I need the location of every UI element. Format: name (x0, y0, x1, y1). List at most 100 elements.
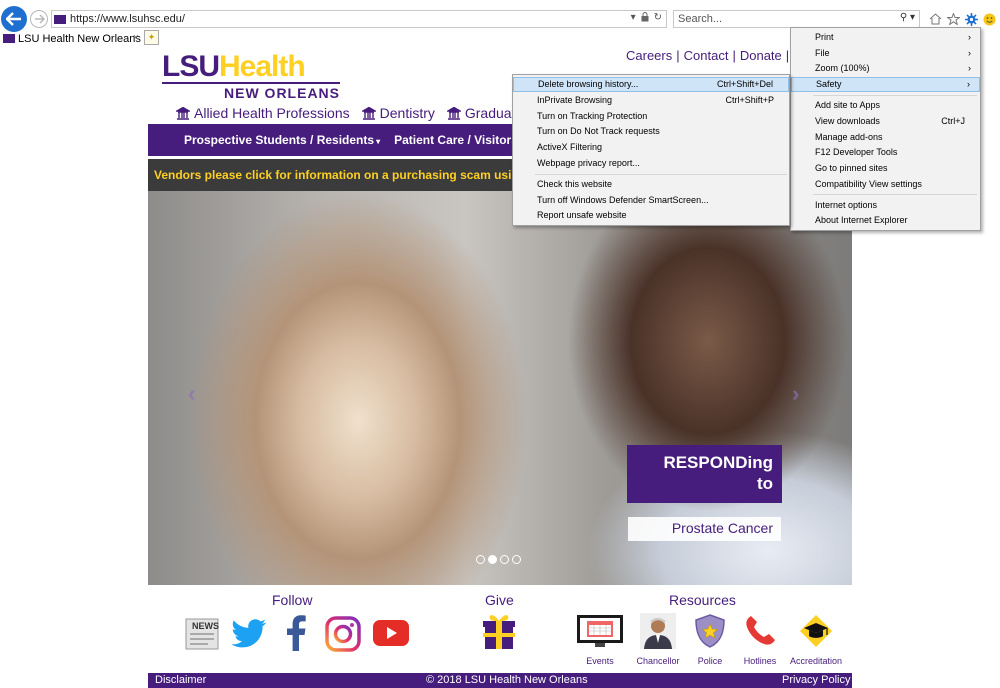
back-button[interactable] (1, 6, 27, 32)
menu-separator (813, 194, 977, 195)
shortcut-text: Ctrl+Shift+P (725, 95, 774, 105)
resource-hotlines[interactable]: Hotlines (732, 613, 788, 666)
menu-item-activex-filtering[interactable]: ActiveX Filtering (513, 140, 789, 155)
menu-item-view-downloads[interactable]: View downloads Ctrl+J (791, 114, 980, 129)
menu-separator (813, 95, 977, 96)
privacy-policy-link[interactable]: Privacy Policy (782, 674, 850, 686)
calendar-monitor-icon (577, 615, 623, 647)
forward-button[interactable] (30, 10, 48, 28)
disclaimer-link[interactable]: Disclaimer (155, 674, 206, 686)
browser-tab[interactable]: LSU Health New Orleans × (0, 31, 143, 46)
carousel-next-icon[interactable]: › (792, 381, 799, 407)
menu-item-smartscreen[interactable]: Turn off Windows Defender SmartScreen... (513, 193, 789, 208)
tab-title: LSU Health New Orleans (18, 32, 141, 45)
resource-chancellor[interactable]: Chancellor (630, 613, 686, 666)
menu-item-inprivate-browsing[interactable]: InPrivate Browsing Ctrl+Shift+P (513, 93, 789, 108)
menu-item-manage-add-ons[interactable]: Manage add-ons (791, 130, 980, 145)
menu-item-tracking-protection[interactable]: Turn on Tracking Protection (513, 109, 789, 124)
site-favicon-icon (54, 14, 66, 24)
menu-item-privacy-report[interactable]: Webpage privacy report... (513, 156, 789, 171)
forward-arrow-icon (34, 14, 45, 24)
menu-item-zoom[interactable]: Zoom (100%) › (791, 61, 980, 76)
chevron-down-icon: ▾ (376, 137, 381, 146)
hero-headline-line2: to (756, 474, 773, 493)
follow-heading: Follow (272, 592, 313, 608)
top-link-contact[interactable]: Contact (684, 48, 729, 63)
carousel-dot-active[interactable] (488, 555, 497, 564)
home-icon[interactable] (928, 11, 942, 27)
submenu-arrow-icon: › (968, 48, 971, 58)
submenu-arrow-icon: › (968, 63, 971, 73)
carousel-dot[interactable] (500, 555, 509, 564)
site-favicon-icon (3, 34, 15, 43)
resource-events[interactable]: Events (572, 613, 628, 666)
search-box[interactable]: Search... ⚲ ▾ (673, 10, 920, 28)
nav-prospective-students[interactable]: Prospective Students / Residents ▾ (184, 133, 380, 147)
menu-item-report-unsafe-website[interactable]: Report unsafe website (513, 208, 789, 223)
menu-item-add-site-to-apps[interactable]: Add site to Apps (791, 98, 980, 113)
twitter-icon[interactable] (230, 617, 268, 651)
tools-gear-icon[interactable] (964, 11, 978, 27)
news-icon-label: NEWS (192, 621, 219, 631)
logo-health-text: Health (219, 50, 306, 83)
menu-separator (535, 174, 787, 175)
carousel-dot[interactable] (512, 555, 521, 564)
lsu-health-logo[interactable]: LSUHealth NEW ORLEANS (162, 52, 342, 102)
resource-label: Chancellor (636, 656, 680, 666)
nav-patient-care[interactable]: Patient Care / Visitors▾ (394, 133, 524, 147)
gift-icon[interactable] (481, 611, 517, 651)
url-text[interactable]: https://www.lsuhsc.edu/ (70, 13, 185, 25)
menu-item-compatibility-view[interactable]: Compatibility View settings (791, 177, 980, 192)
menu-item-do-not-track[interactable]: Turn on Do Not Track requests (513, 124, 789, 139)
submenu-arrow-icon: › (968, 32, 971, 42)
school-link-allied-health[interactable]: Allied Health Professions (176, 105, 350, 121)
shortcut-text: Ctrl+J (941, 116, 965, 126)
facebook-icon[interactable] (282, 615, 310, 651)
building-icon (176, 106, 190, 120)
safety-submenu: Delete browsing history... Ctrl+Shift+Del… (512, 74, 790, 226)
carousel-prev-icon[interactable]: ‹ (188, 381, 195, 407)
lock-icon[interactable] (641, 12, 649, 25)
school-label: Dentistry (379, 105, 435, 121)
search-icon[interactable]: ⚲ ▾ (900, 12, 915, 23)
resource-label: Police (697, 656, 723, 666)
logo-subtitle: NEW ORLEANS (224, 85, 340, 101)
favorites-star-icon[interactable] (946, 11, 960, 27)
carousel-dot[interactable] (476, 555, 485, 564)
menu-item-print[interactable]: Print › (791, 30, 980, 45)
tab-close-icon[interactable]: × (133, 32, 139, 44)
menu-item-internet-options[interactable]: Internet options (791, 198, 980, 213)
youtube-icon[interactable] (372, 619, 410, 647)
menu-item-safety[interactable]: Safety › (791, 77, 980, 92)
resource-police[interactable]: Police (682, 613, 738, 666)
top-link-donate[interactable]: Donate (740, 48, 782, 63)
search-input[interactable]: Search... (678, 13, 722, 25)
graduation-cap-icon (800, 615, 832, 647)
news-icon[interactable]: NEWS (184, 615, 220, 651)
new-tab-icon[interactable]: ✦ (144, 30, 159, 45)
footer-links: Follow Give Resources NEWS Events Chance… (148, 585, 852, 673)
instagram-icon[interactable] (324, 615, 362, 653)
menu-item-check-this-website[interactable]: Check this website (513, 177, 789, 192)
phone-icon (746, 616, 775, 645)
menu-item-go-to-pinned-sites[interactable]: Go to pinned sites (791, 161, 980, 176)
give-heading: Give (485, 592, 514, 608)
menu-item-delete-browsing-history[interactable]: Delete browsing history... Ctrl+Shift+Del (513, 77, 789, 92)
top-link-careers[interactable]: Careers (626, 48, 672, 63)
resource-label: Hotlines (743, 656, 777, 666)
submenu-arrow-icon: › (967, 79, 970, 89)
menu-item-f12-developer-tools[interactable]: F12 Developer Tools (791, 145, 980, 160)
feedback-smiley-icon[interactable] (982, 11, 996, 27)
school-label: Allied Health Professions (194, 105, 350, 121)
dropdown-icon[interactable]: ▾ (631, 12, 636, 25)
menu-item-about-ie[interactable]: About Internet Explorer (791, 213, 980, 228)
school-link-dentistry[interactable]: Dentistry (361, 105, 435, 121)
resource-accreditation[interactable]: Accreditation (788, 613, 844, 666)
address-bar[interactable]: https://www.lsuhsc.edu/ ▾ ↻ (51, 10, 667, 28)
refresh-icon[interactable]: ↻ (654, 12, 662, 25)
hero-carousel[interactable]: ‹ › RESPONDing to Prostate Cancer (148, 191, 852, 585)
tools-menu: Print › File › Zoom (100%) › Safety › Add si… (790, 27, 981, 231)
hero-subtitle-button[interactable]: Prostate Cancer (628, 517, 781, 541)
menu-item-file[interactable]: File › (791, 46, 980, 61)
building-icon (361, 106, 376, 120)
